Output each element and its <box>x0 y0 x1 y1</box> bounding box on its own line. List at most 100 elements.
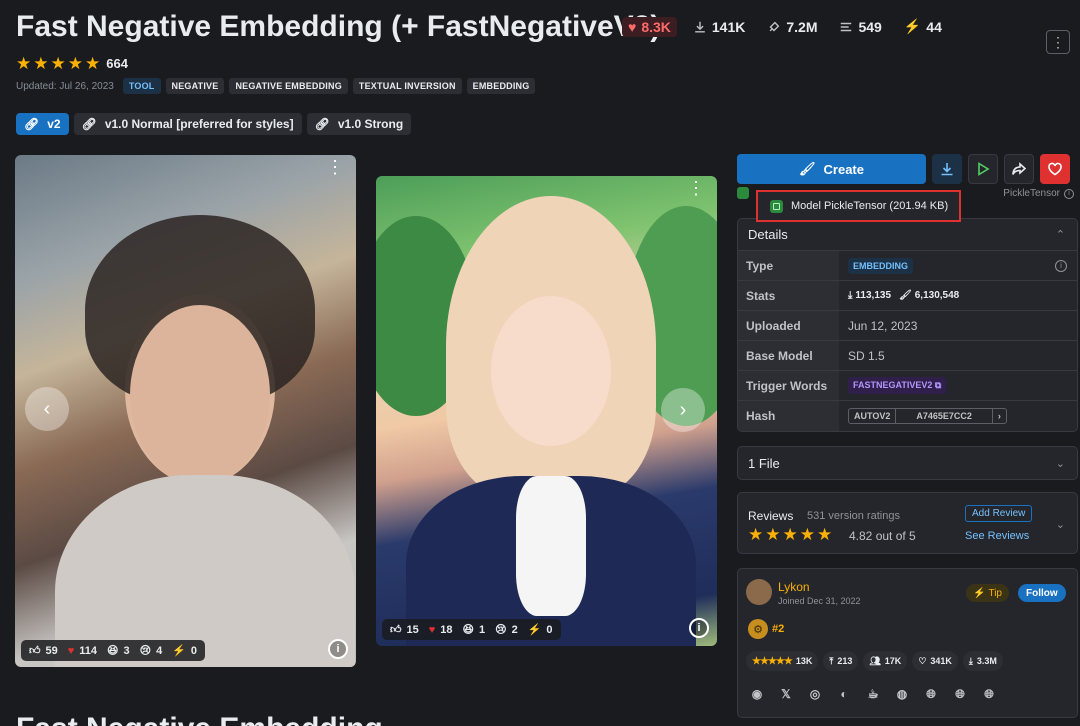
favorite-button[interactable] <box>1040 154 1070 184</box>
download-button[interactable] <box>932 154 962 184</box>
chevron-down-icon[interactable]: ⌄ <box>1056 518 1065 531</box>
tips-count: 44 <box>926 18 942 35</box>
see-reviews-link[interactable]: See Reviews <box>965 530 1029 542</box>
scan-tooltip: Model PickleTensor (201.94 KB) <box>756 190 961 222</box>
comments-icon <box>841 22 852 31</box>
tip-label: Tip <box>988 587 1002 599</box>
thumbs-up-icon: 👍︎ <box>29 645 41 657</box>
version-label: v2 <box>47 117 61 131</box>
creator-uploads: ⤒ 213 <box>823 651 859 671</box>
reaction-cry[interactable]: 😢︎ 2 <box>495 623 518 637</box>
comments-count: 549 <box>858 18 882 35</box>
create-button[interactable]: 🖌︎ Create <box>737 154 926 184</box>
tag-negative-embedding[interactable]: NEGATIVE EMBEDDING <box>229 78 348 94</box>
patreon-icon[interactable]: ◐ <box>837 687 851 701</box>
heart-icon <box>1048 162 1062 176</box>
share-button[interactable] <box>1004 154 1034 184</box>
details-label: Trigger Words <box>738 371 839 400</box>
version-tab-v1-normal[interactable]: 🔗︎ v1.0 Normal [preferred for styles] <box>73 113 302 135</box>
info-icon[interactable]: i <box>1055 259 1067 272</box>
hash-type[interactable]: AUTOV2 <box>849 409 897 423</box>
image-info-button[interactable]: i <box>689 618 709 638</box>
globe-icon[interactable]: 🌐︎ <box>953 687 967 701</box>
more-menu-button[interactable]: ⋮ <box>1046 30 1070 54</box>
star-icon: ★ <box>782 525 798 544</box>
info-icon[interactable]: i <box>1064 188 1074 199</box>
updated-date: Updated: Jul 26, 2023 <box>16 80 114 92</box>
tag-tool[interactable]: TOOL <box>122 78 161 94</box>
reaction-tip[interactable]: ⚡ 0 <box>172 644 197 658</box>
details-row-trigger-words: Trigger Words FASTNEGATIVEV2 ⧉ <box>738 371 1077 401</box>
tag-embedding[interactable]: EMBEDDING <box>466 78 536 94</box>
reaction-cry[interactable]: 😢︎ 4 <box>140 644 163 658</box>
gallery-next-button[interactable]: › <box>661 388 705 432</box>
instagram-icon[interactable]: ◎ <box>808 687 822 701</box>
creator-name[interactable]: Lykon <box>778 580 810 594</box>
x-icon[interactable]: 𝕏 <box>779 687 793 701</box>
star-icon: ★ <box>765 525 781 544</box>
like-count: 15 <box>406 623 419 636</box>
discord-icon[interactable]: ◍ <box>895 687 909 701</box>
gallery-image-2[interactable]: ⋮ › 👍︎ 15 ♥ 18 😆︎ 1 😢︎ 2 ⚡ 0 i <box>376 176 717 646</box>
uploaded-value: Jun 12, 2023 <box>848 318 918 333</box>
avatar[interactable] <box>746 579 772 605</box>
version-tab-v1-strong[interactable]: 🔗︎ v1.0 Strong <box>306 113 412 135</box>
likes-count: 8.3K <box>641 18 671 35</box>
chevron-right-icon[interactable]: › <box>993 409 1006 423</box>
reaction-heart[interactable]: ♥ 114 <box>68 645 97 657</box>
version-tab-v2[interactable]: 🔗︎ v2 <box>16 113 69 135</box>
run-button[interactable] <box>968 154 998 184</box>
globe-icon[interactable]: 🌐︎ <box>924 687 938 701</box>
heart-icon: ♥ <box>628 18 637 35</box>
tag-negative[interactable]: NEGATIVE <box>165 78 225 94</box>
reaction-like[interactable]: 👍︎ 15 <box>390 623 419 637</box>
model-rating[interactable]: ★ ★ ★ ★ ★ 664 <box>16 55 128 72</box>
likes-stat[interactable]: ♥ 8.3K <box>622 16 677 37</box>
downloads-stat: 141K <box>687 17 751 37</box>
details-header[interactable]: Details ⌃ <box>738 219 1077 251</box>
star-icon: ★ <box>67 54 83 73</box>
details-label: Hash <box>738 401 839 431</box>
details-title: Details <box>748 227 788 242</box>
hash-value[interactable]: A7465E7CC2 <box>896 409 993 423</box>
image-reactions: 👍︎ 59 ♥ 114 😆︎ 3 😢︎ 4 ⚡ 0 <box>21 640 206 661</box>
tag-textual-inversion[interactable]: TEXTUAL INVERSION <box>352 78 462 94</box>
details-label: Stats <box>738 281 839 310</box>
upload-icon: ⤒ <box>829 655 834 666</box>
reaction-laugh[interactable]: 😆︎ 1 <box>463 623 486 637</box>
star-icon: ★ <box>799 525 815 544</box>
cry-icon: 😢︎ <box>495 624 507 636</box>
trigger-word-badge[interactable]: FASTNEGATIVEV2 ⧉ <box>848 377 947 394</box>
anime-face <box>491 296 611 446</box>
reviews-stars: ★ ★ ★ ★ ★ <box>748 526 832 543</box>
kofi-icon[interactable]: ☕︎ <box>866 687 880 701</box>
globe-icon[interactable]: 🌐︎ <box>982 687 996 701</box>
files-panel[interactable]: 1 File ⌄ <box>737 446 1078 480</box>
add-review-button[interactable]: Add Review <box>965 505 1033 522</box>
image-menu-icon[interactable]: ⋮ <box>687 179 705 197</box>
creator-followers: 👥︎ 17K <box>863 651 908 671</box>
shield-check-icon[interactable] <box>737 187 749 199</box>
reaction-heart[interactable]: ♥ 18 <box>429 624 453 636</box>
follow-button[interactable]: Follow <box>1018 584 1066 602</box>
creator-joined: Joined Dec 31, 2022 <box>778 596 861 606</box>
users-icon: 👥︎ <box>869 655 881 666</box>
creator-ratings: ★★★★★ 13K <box>746 651 819 671</box>
tip-button[interactable]: ⚡ Tip <box>966 584 1009 602</box>
github-icon[interactable]: ◉ <box>750 687 764 701</box>
details-row-hash: Hash AUTOV2 A7465E7CC2 › <box>738 401 1077 431</box>
gallery-prev-button[interactable]: ‹ <box>25 387 69 431</box>
hash-control[interactable]: AUTOV2 A7465E7CC2 › <box>848 408 1007 424</box>
details-row-base-model: Base Model SD 1.5 <box>738 341 1077 371</box>
reaction-tip[interactable]: ⚡ 0 <box>528 623 553 637</box>
reaction-laugh[interactable]: 😆︎ 3 <box>107 644 130 658</box>
trigger-word-text: FASTNEGATIVEV2 <box>853 380 933 390</box>
downloads-value: 113,135 <box>855 290 892 301</box>
brush-icon: 🖌︎ <box>899 290 912 301</box>
image-menu-icon[interactable]: ⋮ <box>326 158 344 176</box>
gallery-image-1[interactable]: ⋮ ‹ 👍︎ 59 ♥ 114 😆︎ 3 😢︎ 4 ⚡ 0 i <box>15 155 356 667</box>
image-info-button[interactable]: i <box>328 639 348 659</box>
reaction-like[interactable]: 👍︎ 59 <box>29 644 58 658</box>
creator-likes: ♡ 341K <box>912 651 958 671</box>
portrait-face-front <box>130 305 270 485</box>
